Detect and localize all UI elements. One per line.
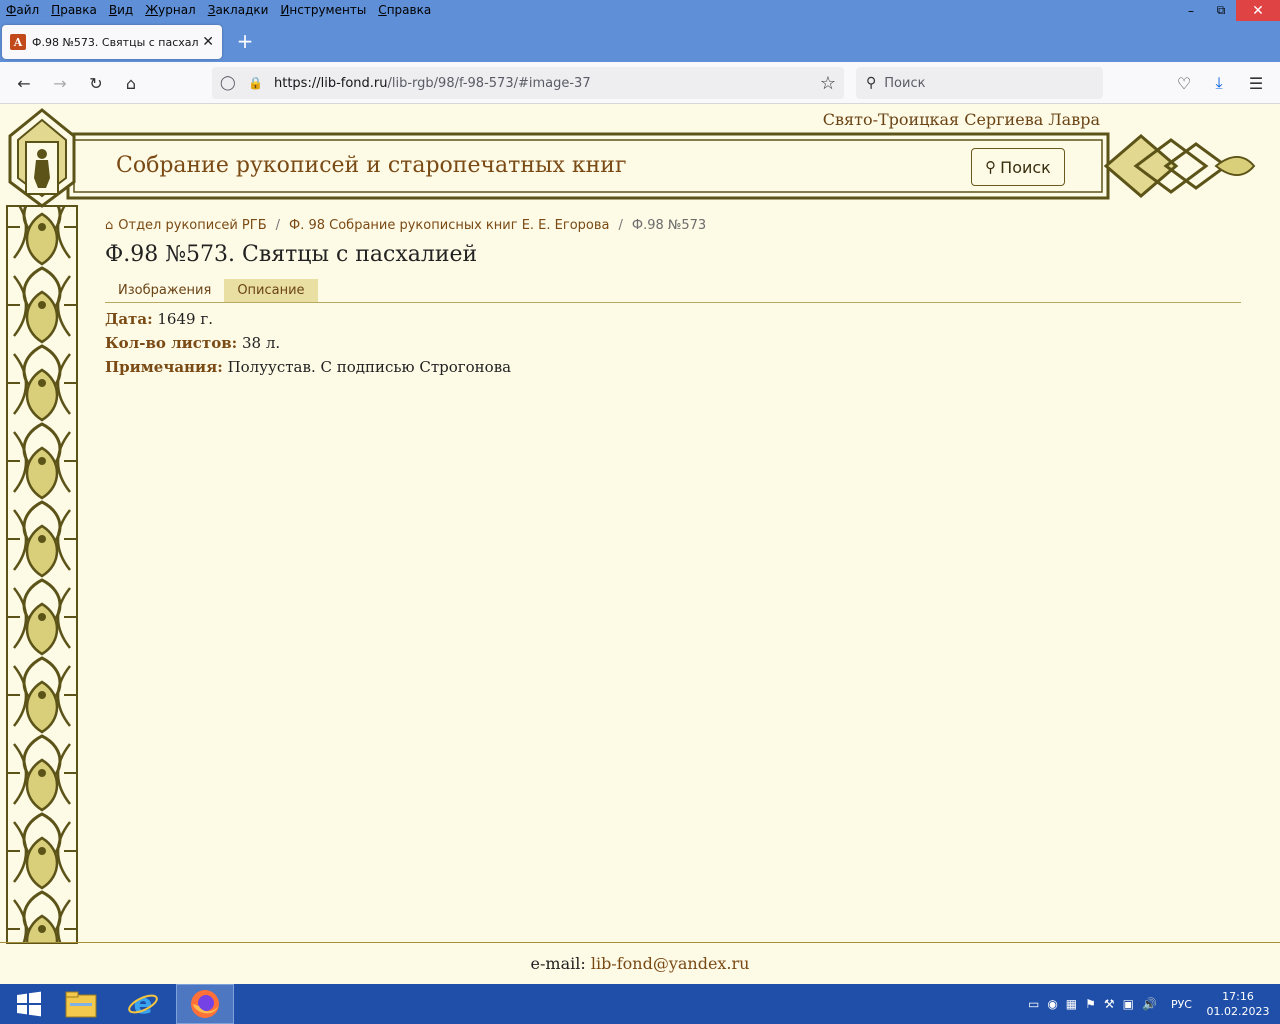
search-icon: ⚲ bbox=[985, 158, 997, 176]
restore-button[interactable]: ⧉ bbox=[1206, 0, 1236, 21]
menu-file[interactable]: Файл bbox=[0, 0, 45, 21]
search-icon: ⚲ bbox=[866, 75, 877, 91]
home-icon[interactable]: ⌂ bbox=[117, 69, 145, 97]
tab-images[interactable]: Изображения bbox=[105, 279, 224, 302]
menu-tools[interactable]: Инструменты bbox=[274, 0, 372, 21]
field-value: 38 л. bbox=[241, 334, 281, 352]
app-tray-icon[interactable]: ▦ bbox=[1066, 997, 1077, 1011]
download-icon[interactable]: ⤓ bbox=[1205, 69, 1233, 97]
ornament-border-left bbox=[6, 205, 78, 944]
footer-email-link[interactable]: lib-fond@yandex.ru bbox=[591, 954, 750, 973]
lock-icon[interactable]: 🔒 bbox=[248, 76, 264, 90]
flag-icon[interactable]: ⚑ bbox=[1085, 997, 1096, 1011]
clock-time: 17:16 bbox=[1222, 990, 1254, 1003]
page-content: Свято-Троицкая Сергиева Лавра Собрание р… bbox=[0, 104, 1280, 984]
tab-strip: A Ф.98 №573. Святцы с пасхалией ✕ + bbox=[0, 21, 1280, 62]
search-placeholder: Поиск bbox=[884, 75, 926, 91]
menu-edit[interactable]: Правка bbox=[45, 0, 103, 21]
close-window-button[interactable]: ✕ bbox=[1236, 0, 1280, 21]
field-date: Дата: 1649 г. bbox=[105, 307, 511, 331]
clock-date: 01.02.2023 bbox=[1206, 1005, 1270, 1018]
file-explorer-button[interactable] bbox=[52, 984, 110, 1024]
site-search-label: Поиск bbox=[1000, 157, 1051, 177]
back-icon[interactable]: ← bbox=[10, 69, 38, 97]
site-title[interactable]: Собрание рукописей и старопечатных книг bbox=[116, 153, 627, 178]
site-search-button[interactable]: ⚲ Поиск bbox=[971, 148, 1065, 186]
reload-icon[interactable]: ↻ bbox=[82, 69, 110, 97]
menu-hamburger-icon[interactable]: ☰ bbox=[1242, 69, 1270, 97]
footer-email-label: e-mail: bbox=[530, 954, 586, 973]
home-icon[interactable]: ⌂ bbox=[105, 218, 113, 233]
tab-title: Ф.98 №573. Святцы с пасхалией bbox=[32, 35, 198, 49]
menu-history[interactable]: Журнал bbox=[139, 0, 202, 21]
menu-view[interactable]: Вид bbox=[103, 0, 139, 21]
volume-icon[interactable]: 🔊 bbox=[1142, 997, 1157, 1011]
field-notes: Примечания: Полуустав. С подписью Строго… bbox=[105, 355, 511, 379]
breadcrumb-item-department[interactable]: Отдел рукописей РГБ bbox=[118, 218, 266, 233]
svg-text:e: e bbox=[134, 988, 153, 1020]
new-tab-button[interactable]: + bbox=[232, 27, 258, 55]
menu-bar: Файл Правка Вид Журнал Закладки Инструме… bbox=[0, 0, 1280, 21]
lavra-emblem-icon bbox=[8, 108, 76, 208]
internet-explorer-button[interactable]: e bbox=[114, 984, 172, 1024]
close-tab-icon[interactable]: ✕ bbox=[202, 34, 214, 50]
footer: e-mail: lib-fond@yandex.ru bbox=[0, 942, 1280, 984]
page-title: Ф.98 №573. Святцы с пасхалией bbox=[105, 242, 478, 267]
internet-explorer-icon: e bbox=[128, 988, 158, 1020]
tools-icon[interactable]: ⚒ bbox=[1104, 997, 1115, 1011]
network-icon[interactable]: ▣ bbox=[1123, 997, 1134, 1011]
site-favicon-icon: A bbox=[10, 34, 26, 50]
firefox-button[interactable] bbox=[176, 984, 234, 1024]
field-value: 1649 г. bbox=[157, 310, 213, 328]
clock[interactable]: 17:16 01.02.2023 bbox=[1206, 989, 1270, 1019]
input-language[interactable]: РУС bbox=[1171, 998, 1192, 1011]
window-controls: – ⧉ ✕ bbox=[1176, 0, 1280, 21]
windows-logo-icon bbox=[17, 991, 41, 1017]
network-drive-icon[interactable]: ▭ bbox=[1028, 997, 1039, 1011]
field-leaves: Кол-во листов: 38 л. bbox=[105, 331, 511, 355]
bookmark-star-icon[interactable]: ☆ bbox=[820, 73, 836, 94]
search-bar[interactable]: ⚲ Поиск bbox=[856, 67, 1103, 99]
breadcrumb: ⌂ Отдел рукописей РГБ / Ф. 98 Собрание р… bbox=[105, 218, 706, 233]
folder-icon bbox=[65, 991, 97, 1018]
field-label: Примечания: bbox=[105, 358, 223, 376]
shield-icon[interactable]: ◯ bbox=[220, 75, 238, 91]
breadcrumb-separator: / bbox=[275, 218, 281, 233]
forward-icon[interactable]: → bbox=[46, 69, 74, 97]
tab-description[interactable]: Описание bbox=[224, 279, 318, 302]
system-tray: ▭ ◉ ▦ ⚑ ⚒ ▣ 🔊 РУС 17:16 01.02.2023 bbox=[1024, 984, 1270, 1024]
nav-bar: ← → ↻ ⌂ ◯ 🔒 https://lib-fond.ru/lib-rgb/… bbox=[0, 62, 1280, 104]
field-label: Кол-во листов: bbox=[105, 334, 238, 352]
field-label: Дата: bbox=[105, 310, 153, 328]
lavra-link[interactable]: Свято-Троицкая Сергиева Лавра bbox=[823, 110, 1100, 129]
content-tabs: Изображения Описание bbox=[105, 279, 1241, 303]
breadcrumb-separator: / bbox=[618, 218, 623, 233]
minimize-button[interactable]: – bbox=[1176, 0, 1206, 21]
menu-help[interactable]: Справка bbox=[372, 0, 437, 21]
url-text[interactable]: https://lib-fond.ru/lib-rgb/98/f-98-573/… bbox=[274, 76, 591, 91]
firefox-icon bbox=[191, 990, 219, 1018]
breadcrumb-item-fond[interactable]: Ф. 98 Собрание рукописных книг Е. Е. Его… bbox=[289, 218, 609, 233]
breadcrumb-item-current: Ф.98 №573 bbox=[631, 218, 707, 233]
start-button[interactable] bbox=[0, 984, 58, 1024]
menu-bookmarks[interactable]: Закладки bbox=[202, 0, 275, 21]
pocket-icon[interactable]: ♡ bbox=[1170, 69, 1198, 97]
taskbar: e ▭ ◉ ▦ ⚑ ⚒ ▣ 🔊 РУС 17:16 01.02.2023 bbox=[0, 984, 1280, 1024]
field-value: Полуустав. С подписью Строгонова bbox=[227, 358, 512, 376]
browser-tab[interactable]: A Ф.98 №573. Святцы с пасхалией ✕ bbox=[2, 25, 222, 59]
description-fields: Дата: 1649 г. Кол-во листов: 38 л. Приме… bbox=[105, 307, 511, 379]
security-icon[interactable]: ◉ bbox=[1047, 997, 1057, 1011]
url-bar[interactable]: ◯ 🔒 https://lib-fond.ru/lib-rgb/98/f-98-… bbox=[212, 67, 844, 99]
